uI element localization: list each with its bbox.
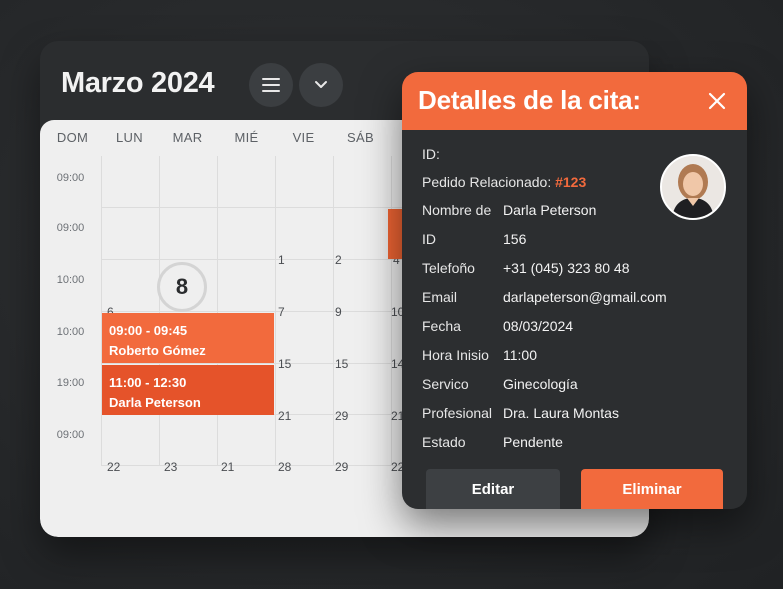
event-name: Roberto Gómez [109, 343, 206, 358]
time-label: 19:00 [56, 377, 85, 389]
id-header-label: ID: [422, 146, 440, 162]
order-label: Pedido Relacionado: #123 [422, 174, 586, 190]
event-roberto-gomez[interactable]: 09:00 - 09:45 Roberto Gómez [102, 313, 274, 363]
time-label: 10:00 [56, 274, 85, 286]
chevron-down-icon [315, 81, 327, 88]
day-header-lun: LUN [116, 130, 143, 145]
order-link[interactable]: #123 [555, 174, 586, 190]
detail-label: Telefoño [422, 260, 475, 276]
detail-label: Servico [422, 376, 469, 392]
detail-label: ID [422, 231, 436, 247]
date-cell[interactable]: 2 [335, 253, 342, 267]
profile-photo-icon [662, 156, 724, 218]
date-cell[interactable]: 1 [278, 253, 285, 267]
detail-value: +31 (045) 323 80 48 [503, 260, 630, 276]
calendar-title: Marzo 2024 [61, 67, 215, 99]
date-cell[interactable]: 21 [278, 409, 291, 423]
menu-button[interactable] [249, 63, 293, 107]
edit-button[interactable]: Editar [426, 469, 560, 509]
today-marker[interactable]: 8 [157, 262, 207, 312]
close-icon [708, 92, 726, 110]
date-cell[interactable]: 29 [335, 460, 348, 474]
date-cell[interactable]: 15 [335, 357, 348, 371]
status-value: Pendente [503, 434, 563, 450]
time-label: 09:00 [56, 429, 85, 441]
day-header-vie: VIE [292, 130, 315, 145]
detail-label: Estado [422, 434, 466, 450]
detail-value: 156 [503, 231, 527, 247]
date-cell[interactable]: 28 [278, 460, 291, 474]
event-name: Darla Peterson [109, 395, 201, 410]
avatar [660, 154, 726, 220]
event-time: 11:00 - 12:30 [109, 375, 187, 390]
day-header-dom: DOM [56, 130, 89, 145]
detail-value: 08/03/2024 [503, 318, 574, 334]
date-cell[interactable]: 29 [335, 409, 348, 423]
detail-label: Fecha [422, 318, 461, 334]
time-label: 09:00 [56, 222, 85, 234]
detail-label: Email [422, 289, 458, 305]
detail-value: Dra. Laura Montas [503, 405, 619, 421]
close-button[interactable] [705, 89, 729, 113]
date-cell[interactable]: 15 [278, 357, 291, 371]
date-cell[interactable]: 23 [164, 460, 177, 474]
delete-button[interactable]: Eliminar [581, 469, 723, 509]
time-label: 10:00 [56, 326, 85, 338]
detail-label: Profesional [422, 405, 493, 421]
date-cell[interactable]: 9 [335, 305, 342, 319]
date-cell[interactable]: 21 [221, 460, 234, 474]
detail-value: 11:00 [503, 347, 537, 363]
appointment-details-panel: Detalles de la cita: ID: Pedido Relacion… [402, 72, 747, 509]
time-label: 09:00 [56, 172, 85, 184]
detail-label: Nombre de [422, 202, 492, 218]
order-label-text: Pedido Relacionado: [422, 174, 552, 190]
day-header-mar: MAR [172, 130, 203, 145]
detail-value: Darla Peterson [503, 202, 597, 218]
detail-label: Hora Inisio [422, 347, 489, 363]
panel-header: Detalles de la cita: [402, 72, 747, 130]
event-darla-peterson[interactable]: 11:00 - 12:30 Darla Peterson [102, 365, 274, 415]
event-time: 09:00 - 09:45 [109, 323, 188, 338]
email-value: darlapeterson@gmail.com [503, 289, 667, 305]
day-header-mie: MIÉ [234, 130, 259, 145]
day-header-sab: SÁB [347, 130, 374, 145]
hamburger-icon [262, 78, 280, 92]
panel-title: Detalles de la cita: [418, 85, 641, 115]
date-cell[interactable]: 22 [107, 460, 120, 474]
dropdown-button[interactable] [299, 63, 343, 107]
date-cell[interactable]: 7 [278, 305, 285, 319]
detail-value: Ginecología [503, 376, 578, 392]
